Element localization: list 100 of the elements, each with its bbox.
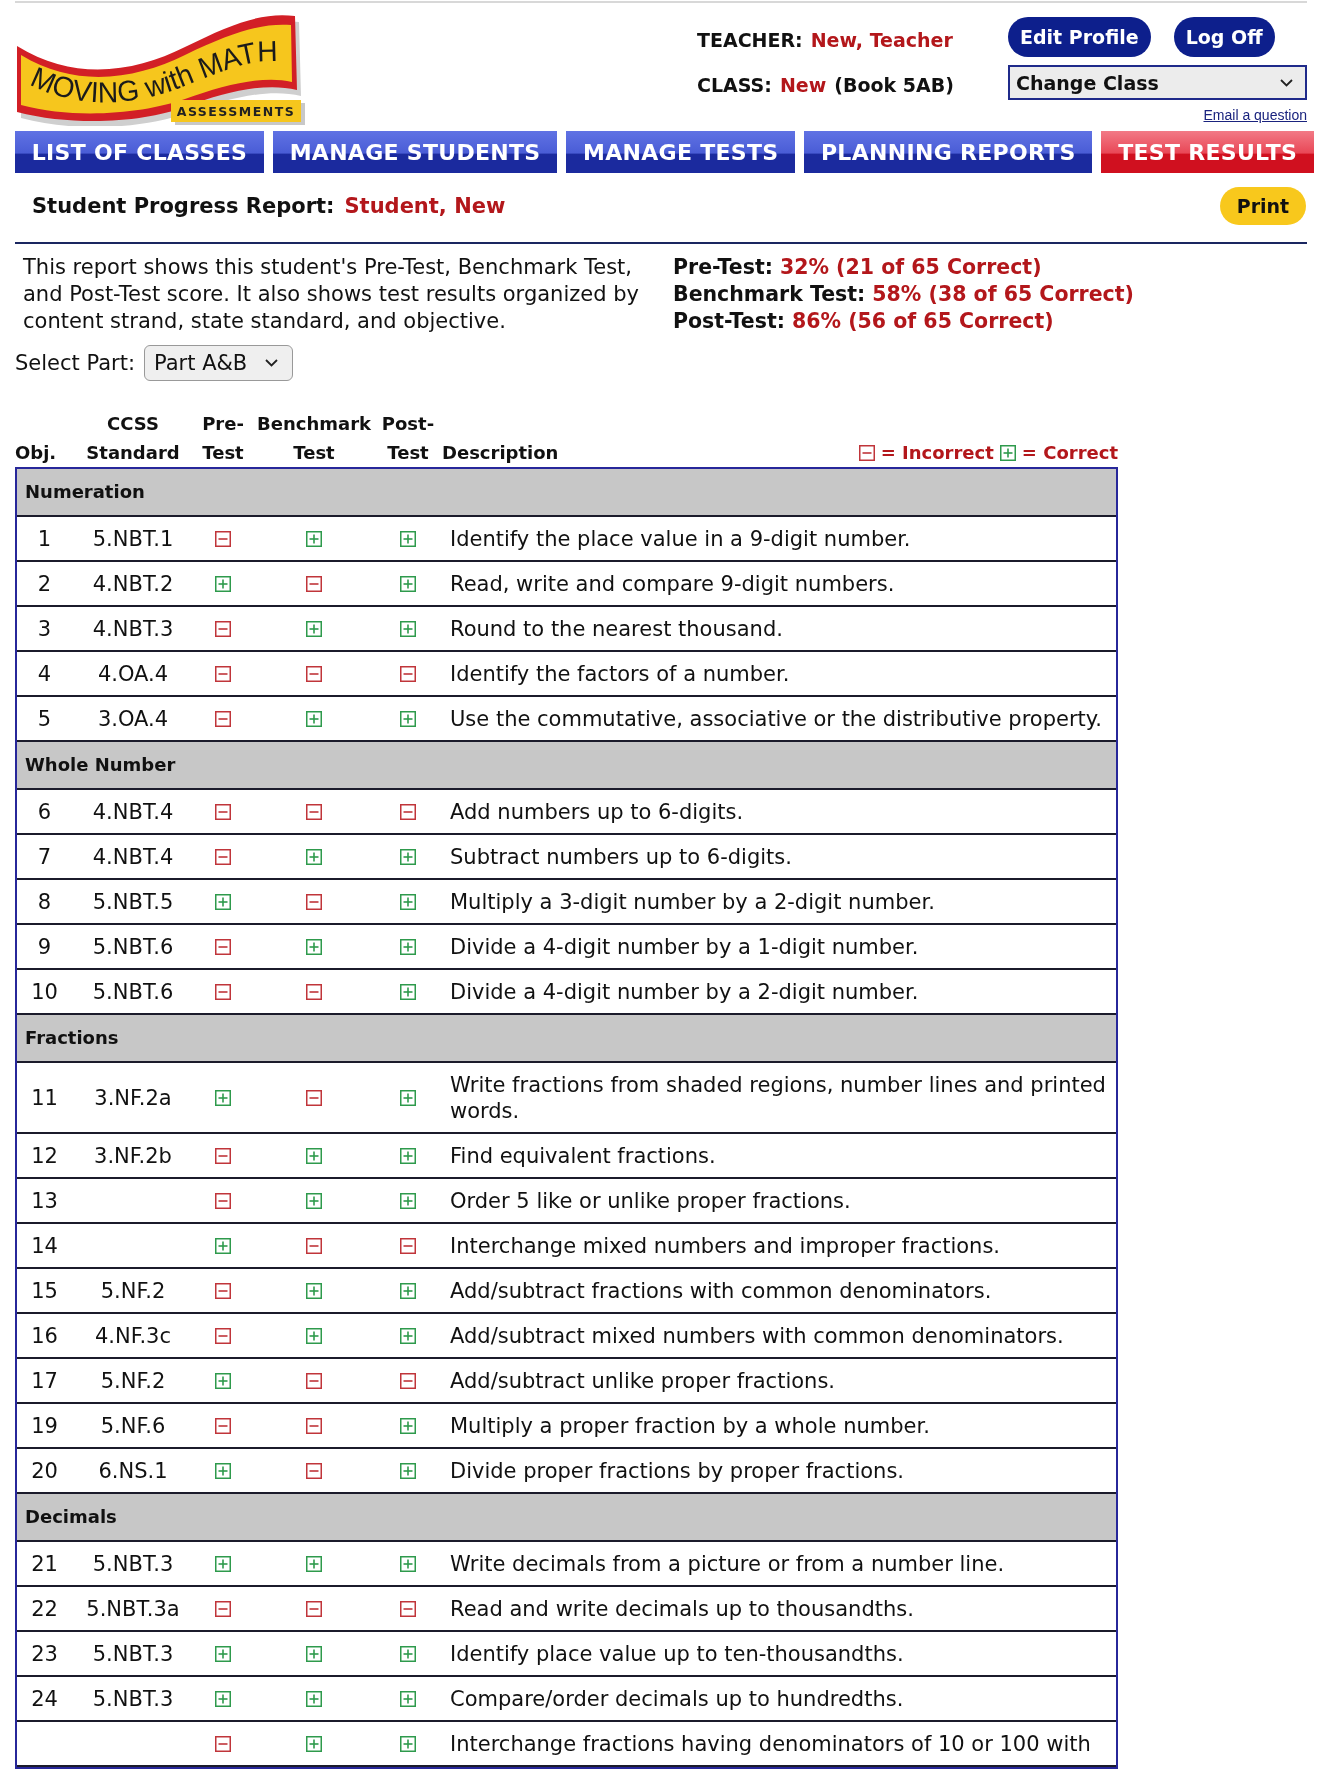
table-cell-text: Divide a 4-digit number by a 1-digit number. <box>449 934 920 961</box>
report-title: Student Progress Report: <box>32 194 335 218</box>
student-name: Student, New <box>344 194 506 218</box>
score-value: 58% (38 of 65 Correct) <box>872 281 1134 308</box>
table-cell-text: Use the commutative, associative or the distributive property. <box>449 706 1103 733</box>
legend-label: = Incorrect <box>880 441 994 465</box>
table-cell-text: 14 <box>30 1233 59 1258</box>
table-cell-text: Divide proper fractions by proper fractions. <box>449 1458 905 1485</box>
teacher-name: New, Teacher <box>810 28 953 51</box>
part-select[interactable]: Part A&B <box>144 345 293 381</box>
table-cell-text: Compare/order decimals up to hundredths. <box>449 1686 905 1713</box>
score-label: Benchmark Test: <box>673 281 866 308</box>
table-cell-text: Write decimals from a picture or from a number line. <box>449 1551 1006 1578</box>
table-cell-text: Add numbers up to 6-digits. <box>449 799 745 826</box>
column-header: CCSS Standard <box>86 412 180 465</box>
table-cell-text: 5 <box>36 706 53 731</box>
table-cell-text: Add/subtract fractions with common denominators. <box>449 1278 993 1305</box>
nav-tab[interactable]: PLANNING REPORTS <box>804 131 1093 173</box>
table-cell-text: Find equivalent fractions. <box>449 1143 717 1170</box>
section-header: Numeration <box>17 469 1116 517</box>
table-cell-text: 1 <box>36 526 53 551</box>
table-cell-text: 5.NBT.3 <box>91 1551 175 1576</box>
table-cell-text: 4.NBT.4 <box>91 799 175 824</box>
table-cell-text: Interchange fractions having denominators of 10 or 100 with <box>449 1731 1092 1758</box>
table-cell-text: 4.NBT.3 <box>91 616 175 641</box>
table-cell-text: Subtract numbers up to 6-digits. <box>449 844 793 871</box>
edit-profile-button[interactable]: Edit Profile <box>1008 17 1151 57</box>
table-cell-text: 5.NBT.1 <box>91 526 175 551</box>
table-cell-text: Read and write decimals up to thousandths. <box>449 1596 915 1623</box>
table-cell-text: 11 <box>30 1085 59 1110</box>
score-value: 86% (56 of 65 Correct) <box>792 308 1054 335</box>
log-off-button[interactable]: Log Off <box>1173 17 1275 57</box>
chevron-down-icon <box>1280 78 1293 87</box>
table-cell-text: 13 <box>30 1188 59 1213</box>
section-header: Fractions <box>17 1015 1116 1063</box>
legend-label: = Correct <box>1021 441 1118 465</box>
intro-text: This report shows this student's Pre-Test, Benchmark Test, and Post-Test score. It also shows test results organized by content strand, state standard, and objective. <box>22 254 640 335</box>
table-cell-text: Write fractions from shaded regions, number lines and printed words. <box>449 1072 1107 1125</box>
section-header: Decimals <box>17 1494 1116 1542</box>
table-cell-text: Read, write and compare 9-digit numbers. <box>449 571 896 598</box>
table-cell-text: 4.NBT.4 <box>91 844 175 869</box>
table-cell-text: Order 5 like or unlike proper fractions. <box>449 1188 852 1215</box>
column-header: Obj. <box>15 441 58 465</box>
book-label: (Book 5AB) <box>834 73 954 96</box>
table-cell-text: 20 <box>30 1458 59 1483</box>
table-cell-text: Add/subtract mixed numbers with common denominators. <box>449 1323 1065 1350</box>
nav-tab[interactable]: TEST RESULTS <box>1101 131 1314 173</box>
table-cell-text: Identify place value up to ten-thousandths. <box>449 1641 905 1668</box>
section-header: Whole Number <box>17 742 1116 790</box>
table-cell-text: 4 <box>36 661 53 686</box>
teacher-label: TEACHER: <box>697 28 803 51</box>
print-button[interactable]: Print <box>1220 187 1306 225</box>
email-link[interactable]: Email a question <box>1203 107 1307 123</box>
table-cell-text: 19 <box>30 1413 59 1438</box>
table-cell-text: 24 <box>30 1686 59 1711</box>
table-cell-text: Identify the place value in a 9-digit number. <box>449 526 912 553</box>
class-select[interactable]: Change Class <box>1008 65 1307 100</box>
table-cell-text: 4.OA.4 <box>96 661 170 686</box>
nav-tab[interactable]: LIST OF CLASSES <box>15 131 264 173</box>
table-cell-text: 9 <box>36 934 53 959</box>
table-cell-text: 22 <box>30 1596 59 1621</box>
score-label: Pre-Test: <box>673 254 773 281</box>
table-cell-text: 3.NF.2b <box>93 1143 173 1168</box>
table-cell-text: 4.NF.3c <box>93 1323 172 1348</box>
table-cell-text: 5.NBT.6 <box>91 979 175 1004</box>
table-cell-text: Multiply a 3-digit number by a 2-digit number. <box>449 889 936 916</box>
table-cell-text: 5.NBT.6 <box>91 934 175 959</box>
table-cell-text: 21 <box>30 1551 59 1576</box>
table-cell-text: 8 <box>36 889 53 914</box>
table-cell-text: 15 <box>30 1278 59 1303</box>
table-cell-text: Round to the nearest thousand. <box>449 616 784 643</box>
score-label: Post-Test: <box>673 308 785 335</box>
table-cell-text: Multiply a proper fraction by a whole number. <box>449 1413 931 1440</box>
table-cell-text: 17 <box>30 1368 59 1393</box>
table-cell-text: 3.OA.4 <box>96 706 170 731</box>
table-cell-text: 7 <box>36 844 53 869</box>
class-label: CLASS: <box>697 73 772 96</box>
column-header: Pre- Test <box>202 412 244 465</box>
nav-tab[interactable]: MANAGE TESTS <box>566 131 796 173</box>
class-name: New <box>779 73 827 96</box>
table-cell-text: 5.NBT.5 <box>91 889 175 914</box>
table-cell-text: 5.NBT.3a <box>85 1596 181 1621</box>
table-cell-text: 5.NBT.3 <box>91 1686 175 1711</box>
table-cell-text: Divide a 4-digit number by a 2-digit number. <box>449 979 920 1006</box>
nav-tab[interactable]: MANAGE STUDENTS <box>272 131 558 173</box>
column-header: Post- Test <box>381 412 435 465</box>
table-cell-text: 12 <box>30 1143 59 1168</box>
table-cell-text: 6.NS.1 <box>97 1458 169 1483</box>
table-cell-text: 5.NBT.3 <box>91 1641 175 1666</box>
table-cell-text: Interchange mixed numbers and improper fractions. <box>449 1233 1002 1260</box>
table-cell-text: 2 <box>36 571 53 596</box>
chevron-down-icon <box>265 359 278 367</box>
table-cell-text: 6 <box>36 799 53 824</box>
select-part-label: Select Part: <box>15 351 135 375</box>
table-cell-text: 3.NF.2a <box>93 1085 173 1110</box>
table-cell-text: 10 <box>30 979 59 1004</box>
table-cell-text: 23 <box>30 1641 59 1666</box>
score-value: 32% (21 of 65 Correct) <box>779 254 1042 281</box>
table-cell-text: 16 <box>30 1323 59 1348</box>
table-cell-text: Identify the factors of a number. <box>449 661 791 688</box>
